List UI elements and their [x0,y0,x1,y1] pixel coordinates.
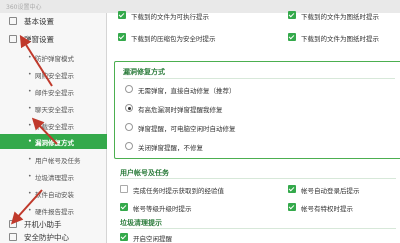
sidebar-group-security[interactable]: 安全防护中心 [0,229,107,243]
patch-radio-auto[interactable] [125,85,133,93]
cleanup-option-label: 开启空闲提醒 [133,235,172,243]
account-option-checkbox[interactable] [120,203,128,211]
sidebar-item-chat[interactable]: • 聊天安全提示 [0,101,107,114]
sidebar-item-label: 垃圾清理提示 [35,174,74,182]
sidebar-item-label: 软件自动安装 [35,191,74,199]
radio-label: 有高危漏洞时弹窗提醒我修复 [138,106,223,114]
radio-label: 关闭弹窗提醒，不修复 [138,144,203,152]
window-title: 360设置中心 [6,4,42,11]
radio-label: 弹窗提醒，可电脑空闲时自动修复 [138,125,236,133]
section-divider [123,78,395,79]
sidebar-item-protect-mode[interactable]: • 防护弹窗模式 [0,50,107,63]
sidebar-item-label: 聊天安全提示 [35,106,74,114]
sidebar-item-mail[interactable]: • 邮件安全提示 [0,84,107,97]
sidebar-item-account[interactable]: • 用户帐号及任务 [0,152,107,165]
boot-icon [9,220,17,228]
section-title: 垃圾清理提示 [120,219,162,227]
sidebar-item-label: 网购安全提示 [35,72,74,80]
section-divider [120,178,396,179]
settings-icon [9,17,17,25]
sidebar-item-label: 邮件安全提示 [35,89,74,97]
section-divider [120,228,396,229]
sidebar: 基本设置 弹窗设置 • 防护弹窗模式 • 网购安全提示 • 邮件安全提示 • 聊… [0,13,107,243]
patch-radio-high-risk[interactable] [125,104,133,112]
download-option-label: 下载到的压缩包为安全时提示 [131,35,216,43]
download-option-checkbox[interactable] [118,11,126,19]
popup-icon [9,35,17,43]
sidebar-item-cleanup[interactable]: • 垃圾清理提示 [0,169,107,182]
patch-radio-idle[interactable] [125,123,133,131]
sidebar-group-label: 基本设置 [24,17,54,26]
account-option-label: 完成任务时提示获取到的经验值 [133,187,224,195]
cleanup-option-checkbox[interactable] [120,233,128,241]
sidebar-group-basic[interactable]: 基本设置 [0,13,107,28]
main-panel: 下载到的文件为可执行提示 下载到的文件为图纸时提示 下载到的压缩包为安全时提示 … [108,11,400,243]
sidebar-item-hardware[interactable]: • 硬件报告提示 [0,203,107,216]
account-option-checkbox[interactable] [288,185,296,193]
sidebar-item-download[interactable]: • 下载安全提示 [0,118,107,131]
sidebar-item-label: 防护弹窗模式 [35,55,74,63]
patch-mode-section: 漏洞修复方式 无需弹窗，直接自动修复（推荐） 有高危漏洞时弹窗提醒我修复 弹窗提… [114,61,400,159]
sidebar-item-label: 硬件报告提示 [35,208,74,216]
section-title: 用户帐号及任务 [120,169,169,177]
sidebar-group-label: 安全防护中心 [24,233,69,242]
download-option-checkbox[interactable] [288,11,296,19]
account-option-label: 帐号自动登录后提示 [301,187,360,195]
sidebar-item-patch-mode[interactable]: • 漏洞修复方式 [0,134,107,149]
download-option-checkbox[interactable] [118,33,126,41]
radio-label: 无需弹窗，直接自动修复（推荐） [138,87,236,95]
sidebar-item-label: 漏洞修复方式 [35,139,74,147]
sidebar-group-label: 弹窗设置 [24,35,54,44]
account-option-checkbox[interactable] [288,203,296,211]
shield-icon [9,233,17,241]
download-option-label: 下载到的文件为图纸时提示 [301,35,379,43]
account-option-label: 帐号等级升级时提示 [133,205,192,213]
account-option-label: 帐号有特权时提示 [301,205,353,213]
sidebar-item-auto-install[interactable]: • 软件自动安装 [0,186,107,199]
patch-radio-off[interactable] [125,142,133,150]
sidebar-item-label: 下载安全提示 [35,123,74,131]
sidebar-item-label: 用户帐号及任务 [35,157,81,165]
download-option-checkbox[interactable] [288,33,296,41]
download-option-label: 下载到的文件为图纸时提示 [301,13,379,21]
account-option-checkbox[interactable] [120,185,128,193]
download-option-label: 下载到的文件为可执行提示 [131,13,209,21]
section-title: 漏洞修复方式 [123,68,165,76]
sidebar-group-popup[interactable]: 弹窗设置 [0,31,107,46]
sidebar-item-shopping[interactable]: • 网购安全提示 [0,67,107,80]
